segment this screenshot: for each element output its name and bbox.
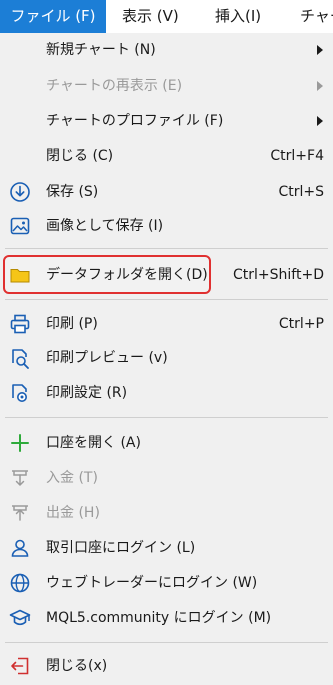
shortcut-label: Ctrl+P	[278, 316, 324, 332]
menu-file[interactable]: ファイル (F)	[0, 0, 106, 33]
globe-icon	[9, 572, 31, 594]
menu-item-label: 閉じる (C)	[46, 148, 114, 164]
shortcut-label: Ctrl+Shift+D	[233, 267, 324, 283]
file-menu-dropdown: 新規チャート (N) チャートの再表示 (E) チャートのプロファイル (F) …	[0, 33, 333, 685]
print-preview-icon	[9, 347, 31, 369]
submenu-arrow-icon	[317, 116, 323, 126]
menu-item-save-as-image[interactable]: 画像として保存 (I)	[0, 209, 333, 243]
graduation-cap-icon	[9, 607, 31, 629]
exit-arrow-icon	[9, 655, 31, 677]
settings-gear-icon	[9, 382, 31, 404]
menu-item-new-chart[interactable]: 新規チャート (N)	[0, 33, 333, 67]
menu-bar: ファイル (F) 表示 (V) 挿入(I) チャー	[0, 0, 333, 34]
deposit-icon	[9, 467, 31, 489]
menu-item-open-account[interactable]: 口座を開く (A)	[0, 426, 333, 460]
menu-insert[interactable]: 挿入(I)	[215, 0, 261, 33]
menu-item-label: チャートの再表示 (E)	[46, 78, 183, 94]
menu-item-close[interactable]: 閉じる (C) Ctrl+F4	[0, 139, 333, 173]
menu-separator	[5, 299, 328, 300]
menu-separator	[5, 417, 328, 418]
shortcut-label: Ctrl+S	[278, 184, 324, 200]
menu-item-login-webtrader[interactable]: ウェブトレーダーにログイン (W)	[0, 566, 333, 600]
menu-item-print-preview[interactable]: 印刷プレビュー (v)	[0, 341, 333, 375]
menu-item-label: 保存 (S)	[46, 184, 99, 200]
menu-item-label: 新規チャート (N)	[46, 42, 156, 58]
menu-item-login-mql5[interactable]: MQL5.community にログイン (M)	[0, 601, 333, 635]
withdraw-icon	[9, 502, 31, 524]
menu-item-label: 入金 (T)	[46, 470, 98, 486]
menu-item-label: ウェブトレーダーにログイン (W)	[46, 575, 258, 591]
menu-separator	[5, 642, 328, 643]
menu-item-chart-profiles[interactable]: チャートのプロファイル (F)	[0, 104, 333, 138]
menu-item-label: 印刷設定 (R)	[46, 385, 128, 401]
menu-item-label: 印刷 (P)	[46, 316, 98, 332]
menu-item-label: 画像として保存 (I)	[46, 218, 164, 234]
download-circle-icon	[9, 181, 31, 203]
menu-item-label: データフォルダを開く(D)	[46, 267, 208, 283]
menu-item-save[interactable]: 保存 (S) Ctrl+S	[0, 175, 333, 209]
menu-item-label: チャートのプロファイル (F)	[46, 113, 224, 129]
plus-icon	[9, 432, 31, 454]
submenu-arrow-icon	[317, 45, 323, 55]
submenu-arrow-icon	[317, 81, 323, 91]
menu-item-login-trade-account[interactable]: 取引口座にログイン (L)	[0, 531, 333, 565]
printer-icon	[9, 313, 31, 335]
menu-item-label: 印刷プレビュー (v)	[46, 350, 168, 366]
menu-item-label: 閉じる(x)	[46, 658, 108, 674]
folder-icon	[9, 264, 31, 286]
menu-item-print-setup[interactable]: 印刷設定 (R)	[0, 376, 333, 410]
menu-item-print[interactable]: 印刷 (P) Ctrl+P	[0, 307, 333, 341]
menu-item-exit[interactable]: 閉じる(x)	[0, 649, 333, 683]
menu-view[interactable]: 表示 (V)	[122, 0, 179, 33]
menu-item-withdraw[interactable]: 出金 (H)	[0, 496, 333, 530]
menu-chart[interactable]: チャー	[300, 0, 333, 33]
user-icon	[9, 537, 31, 559]
menu-item-deposit[interactable]: 入金 (T)	[0, 461, 333, 495]
image-icon	[9, 215, 31, 237]
menu-separator	[5, 248, 328, 249]
shortcut-label: Ctrl+F4	[270, 148, 324, 164]
menu-item-label: 出金 (H)	[46, 505, 100, 521]
menu-item-label: MQL5.community にログイン (M)	[46, 610, 272, 626]
menu-item-label: 取引口座にログイン (L)	[46, 540, 196, 556]
menu-item-label: 口座を開く (A)	[46, 435, 141, 451]
menu-item-open-data-folder[interactable]: データフォルダを開く(D) Ctrl+Shift+D	[0, 258, 333, 292]
menu-item-reopen-chart[interactable]: チャートの再表示 (E)	[0, 69, 333, 103]
